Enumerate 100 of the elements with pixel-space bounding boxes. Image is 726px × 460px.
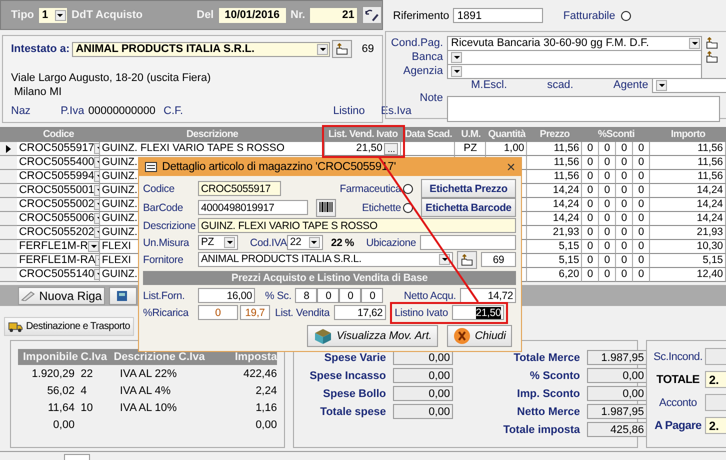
amount-field[interactable]: 1.987,95 <box>587 350 647 365</box>
close-button[interactable]: Chiudi <box>446 325 512 347</box>
table-cell-text: 22 <box>80 368 94 380</box>
table-cell: 0 <box>633 170 650 184</box>
table-cell: 0 <box>599 212 616 226</box>
code-combo[interactable]: CROC5055006 <box>16 212 100 226</box>
amount-field[interactable]: 0,00 <box>393 386 453 401</box>
dropdown-icon[interactable] <box>451 66 462 76</box>
table-cell: 0 <box>633 268 650 282</box>
dropdown-icon[interactable] <box>656 80 668 90</box>
amount-field[interactable]: 0,00 <box>393 404 453 419</box>
table-cell: 0 <box>633 142 650 156</box>
code-combo[interactable]: CROC5055994 <box>16 170 100 184</box>
location-field[interactable] <box>420 235 516 250</box>
supplier-code-field[interactable]: 69 <box>481 252 516 267</box>
dropdown-icon[interactable] <box>689 38 700 48</box>
table-cell: 11,56 <box>527 142 582 156</box>
edit-button[interactable] <box>362 6 382 24</box>
vat-code-select[interactable]: 22 <box>286 235 323 250</box>
folder-arrow-icon[interactable] <box>334 43 349 55</box>
code-combo[interactable]: CROC5055202 <box>16 226 100 240</box>
barcode-button[interactable] <box>316 198 336 216</box>
table-cell-text: 1.920,29 <box>30 368 76 380</box>
markup-field[interactable]: 0 <box>198 305 238 320</box>
dropdown-icon[interactable] <box>224 237 235 248</box>
field-label: Cond.Pag. <box>390 37 443 49</box>
field-label: Totale Merce <box>512 352 580 364</box>
field-label: Listino <box>333 105 365 117</box>
code-combo[interactable]: CROC5055002 <box>16 198 100 212</box>
radio-button[interactable] <box>403 184 413 194</box>
discount-field[interactable]: 0 <box>361 288 384 303</box>
code-combo[interactable]: CROC5055400 <box>16 156 100 170</box>
code-combo[interactable]: FERFLE1M-RA <box>16 254 100 268</box>
total-field[interactable]: 2. <box>705 417 726 434</box>
radio-button[interactable] <box>403 202 413 212</box>
row-selector[interactable] <box>0 142 17 156</box>
code-combo[interactable]: FERFLE1M-R <box>16 240 100 254</box>
toolbar-button[interactable] <box>109 286 137 304</box>
discount-field[interactable]: 0 <box>317 288 340 303</box>
code-combo[interactable]: CROC5055917 <box>16 142 100 156</box>
price-field[interactable]: 16,00 <box>198 288 255 303</box>
net-cost-field[interactable]: 14,72 <box>460 288 516 303</box>
movements-button[interactable]: Visualizza Mov. Art. <box>306 325 438 347</box>
barcode-field[interactable]: 4000498019917 <box>198 200 308 215</box>
print-barcode-label-button[interactable]: Etichetta Barcode <box>421 198 516 217</box>
date-field[interactable]: 10/01/2016 <box>218 6 287 24</box>
field-label: Codice <box>143 182 176 194</box>
dropdown-icon[interactable] <box>317 44 328 54</box>
amount-field[interactable]: 0,00 <box>393 368 453 383</box>
field-label: Es.Iva <box>380 105 412 117</box>
field-label: %Ricarica <box>143 306 190 318</box>
table-cell: GUINZ. FLEXI VARIO TAPE S ROSSO <box>100 142 325 156</box>
table-cell: 11,56 <box>527 170 582 184</box>
amount-field[interactable]: 425,86 <box>587 422 647 437</box>
table-cell: 0 <box>582 184 600 198</box>
unit-select[interactable]: PZ <box>198 235 238 250</box>
type-select[interactable]: 1 <box>38 6 68 24</box>
price-field[interactable]: 21,50 <box>452 305 504 320</box>
total-field[interactable]: 2. <box>705 371 726 388</box>
discount-field[interactable]: 0 <box>339 288 362 303</box>
dropdown-icon[interactable] <box>88 241 99 252</box>
markup-field[interactable]: 19,7 <box>240 305 270 320</box>
description-field[interactable]: GUINZ. FLEXI VARIO TAPE S ROSSO <box>198 218 516 233</box>
discount-field[interactable]: 8 <box>295 288 318 303</box>
table-cell-text: 2,24 <box>254 384 277 396</box>
browse-button[interactable]: ... <box>384 142 398 154</box>
new-row-button[interactable]: Nuova Riga <box>18 286 105 304</box>
table-cell-text: IVA AL 4% <box>118 384 172 396</box>
print-price-label-button[interactable]: Etichetta Prezzo <box>421 179 516 198</box>
code-field[interactable]: CROC5055917 <box>198 181 281 196</box>
price-field[interactable]: 17,62 <box>334 305 386 320</box>
open-button[interactable] <box>332 40 352 58</box>
section-header: Prezzi Acquisto e Listino Vendita di Base <box>143 271 516 285</box>
notes-field[interactable] <box>447 96 720 122</box>
dropdown-icon[interactable] <box>451 52 462 62</box>
destination-button[interactable]: Destinazione e Trasporto <box>4 317 134 336</box>
amount-field[interactable]: 0,00 <box>587 368 647 383</box>
code-combo[interactable]: CROC5055001 <box>16 184 100 198</box>
payment-select[interactable]: Ricevuta Bancaria 30-60-90 gg F.M. D.F. <box>447 36 702 50</box>
field-label: Totale imposta <box>502 424 580 436</box>
table-cell: 0 <box>582 226 600 240</box>
dropdown-icon[interactable] <box>308 237 320 248</box>
field-label: Totale spese <box>319 406 386 418</box>
supplier-select[interactable]: ANIMAL PRODUCTS ITALIA S.R.L. <box>198 252 453 267</box>
code-combo[interactable]: CROC5055140 <box>16 268 100 282</box>
radio-button[interactable] <box>621 10 632 20</box>
amount-field[interactable]: 0,00 <box>587 386 647 401</box>
amount-field[interactable]: 1.987,95 <box>587 404 647 419</box>
open-button[interactable] <box>457 250 477 268</box>
dropdown-icon[interactable] <box>54 10 66 20</box>
close-button[interactable]: × <box>501 158 521 176</box>
field-label: A Pagare <box>653 420 703 432</box>
field-label: % Sc. <box>265 290 292 302</box>
reference-field[interactable]: 1891 <box>453 8 544 23</box>
table-cell: 0 <box>633 212 650 226</box>
folder-arrow-icon[interactable] <box>460 254 474 266</box>
number-field[interactable]: 21 <box>309 6 358 24</box>
table-cell: 14,24 <box>650 184 726 198</box>
table-cell: 14,24 <box>650 212 726 226</box>
customer-select[interactable]: ANIMAL PRODUCTS ITALIA S.R.L. <box>72 42 330 56</box>
